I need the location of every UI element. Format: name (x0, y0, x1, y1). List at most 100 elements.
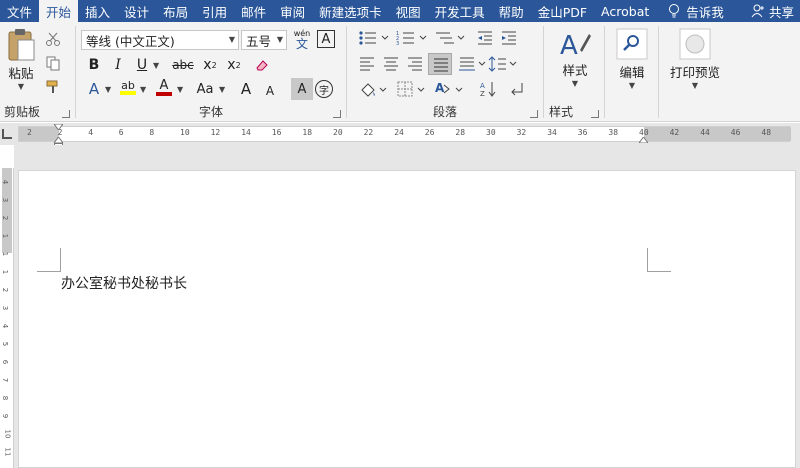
align-left-icon[interactable] (358, 56, 376, 72)
vertical-ruler-tick: 8 (1, 395, 10, 401)
tab-9[interactable]: 视图 (389, 0, 428, 22)
change-case-button[interactable]: Aa (191, 78, 219, 100)
search-icon (616, 28, 648, 60)
first-line-indent-icon[interactable] (54, 124, 63, 130)
editing-dropdown-icon[interactable]: ▼ (629, 81, 635, 90)
bold-button[interactable]: B (83, 54, 105, 76)
vertical-ruler[interactable]: 4 3 2 1 1 1 2 3 4 5 6 7 8 9 10 11 (0, 168, 14, 468)
document-page[interactable]: 办公室秘书处秘书长 (18, 170, 796, 468)
svg-text:Z: Z (480, 90, 485, 98)
tab-1[interactable]: 开始 (39, 0, 79, 22)
subscript-label: x (203, 57, 212, 73)
ruler-tick: 42 (669, 128, 680, 137)
paragraph-launcher-icon[interactable] (530, 110, 538, 118)
vertical-ruler-tick: 5 (1, 341, 10, 347)
sort-icon[interactable]: AZ (480, 80, 498, 98)
tab-10[interactable]: 开发工具 (428, 0, 492, 22)
bullets-icon[interactable] (358, 30, 392, 46)
vertical-ruler-tick: 1 (1, 269, 10, 275)
font-size-combo[interactable]: 五号 ▼ (241, 30, 287, 50)
font-color-dropdown-icon[interactable]: ▼ (177, 85, 183, 94)
increase-indent-icon[interactable] (500, 30, 518, 46)
subscript-button[interactable]: x2 (199, 54, 221, 76)
font-color-button[interactable]: A (153, 76, 175, 98)
superscript-button[interactable]: x2 (223, 54, 245, 76)
paragraph-group-label: 段落 (432, 105, 457, 119)
horizontal-ruler[interactable]: 2 2 4 6 8 10 12 14 16 18 20 22 24 26 28 30 32 34 36 38 40 42 4… (18, 126, 791, 142)
superscript-mark: 2 (235, 60, 241, 70)
phonetic-guide-button[interactable]: wén 文 (291, 26, 313, 54)
change-case-dropdown-icon[interactable]: ▼ (219, 85, 225, 94)
show-marks-icon[interactable] (508, 80, 526, 98)
horizontal-ruler-bar: 2 2 4 6 8 10 12 14 16 18 20 22 24 26 28 30 32 34 36 38 40 42 4… (0, 123, 800, 145)
tab-7[interactable]: 审阅 (273, 0, 312, 22)
crop-mark-top-left (37, 248, 61, 272)
clipboard-icon (8, 29, 35, 61)
format-painter-button[interactable] (42, 76, 64, 98)
shrink-font-button[interactable]: A (259, 80, 281, 102)
tell-me-search[interactable]: 告诉我 (656, 0, 724, 22)
align-center-icon[interactable] (382, 56, 400, 72)
styles-button[interactable]: A 样式 ▼ (553, 28, 597, 88)
chinese-layout-icon[interactable]: A (434, 80, 464, 98)
clipboard-launcher-icon[interactable] (62, 110, 70, 118)
underline-button[interactable]: U (131, 54, 153, 76)
distributed-icon[interactable] (458, 56, 488, 72)
grow-font-label: A (240, 80, 252, 98)
clear-formatting-button[interactable] (251, 54, 273, 76)
svg-text:A: A (435, 81, 445, 95)
share-button[interactable]: 共享 (751, 0, 794, 22)
document-area: 办公室秘书处秘书长 (14, 145, 800, 468)
borders-icon[interactable] (396, 80, 426, 98)
editing-button[interactable]: 编辑 ▼ (610, 28, 654, 90)
enclose-characters-button[interactable]: 字 (315, 80, 333, 98)
copy-button[interactable] (42, 52, 64, 74)
paste-button[interactable]: 粘贴 ▼ (4, 28, 38, 91)
tab-2[interactable]: 插入 (78, 0, 117, 22)
tab-4[interactable]: 布局 (156, 0, 195, 22)
font-size-dropdown-icon[interactable]: ▼ (277, 35, 283, 44)
multilevel-list-icon[interactable] (434, 30, 468, 46)
print-preview-dropdown-icon[interactable]: ▼ (692, 81, 698, 90)
font-launcher-icon[interactable] (333, 110, 341, 118)
decrease-indent-icon[interactable] (476, 30, 494, 46)
highlight-button[interactable]: ab (117, 76, 139, 98)
italic-button[interactable]: I (107, 54, 129, 76)
tab-11[interactable]: 帮助 (492, 0, 531, 22)
font-name-combo[interactable]: 等线 (中文正文) ▼ (81, 30, 239, 50)
cut-button[interactable] (42, 28, 64, 50)
line-spacing-icon[interactable] (488, 56, 518, 72)
styles-dropdown-icon[interactable]: ▼ (572, 79, 578, 88)
tab-13[interactable]: Acrobat (594, 0, 656, 22)
shrink-font-label: A (265, 84, 275, 98)
paste-dropdown-icon[interactable]: ▼ (18, 82, 24, 91)
tab-8[interactable]: 新建选项卡 (312, 0, 389, 22)
styles-launcher-icon[interactable] (591, 110, 599, 118)
text-effects-button[interactable]: A (83, 78, 105, 100)
text-effects-dropdown-icon[interactable]: ▼ (105, 85, 111, 94)
character-shading-button[interactable]: A (291, 78, 313, 100)
highlight-dropdown-icon[interactable]: ▼ (140, 85, 146, 94)
grow-font-button[interactable]: A (235, 78, 257, 100)
numbering-icon[interactable]: 123 (396, 30, 430, 46)
tab-3[interactable]: 设计 (117, 0, 156, 22)
vertical-ruler-tick: 7 (1, 377, 10, 383)
character-border-button[interactable]: A (317, 30, 335, 48)
tab-5[interactable]: 引用 (195, 0, 234, 22)
tab-12[interactable]: 金山PDF (531, 0, 594, 22)
print-preview-button[interactable]: 打印预览 ▼ (664, 28, 726, 90)
tab-6[interactable]: 邮件 (234, 0, 273, 22)
vertical-ruler-tick: 10 (3, 429, 12, 439)
strikethrough-button[interactable]: abc (169, 54, 197, 76)
shading-icon[interactable] (358, 80, 388, 98)
ribbon-tab-bar: 文件 开始 插入 设计 布局 引用 邮件 审阅 新建选项卡 视图 开发工具 帮助 金山PDF Acroba… (0, 0, 800, 22)
document-text[interactable]: 办公室秘书处秘书长 (61, 273, 187, 293)
tab-selector-icon[interactable] (2, 129, 12, 139)
justify-button[interactable] (428, 53, 452, 75)
tab-0[interactable]: 文件 (0, 0, 39, 22)
vertical-ruler-tick: 3 (1, 197, 10, 203)
align-right-icon[interactable] (406, 56, 424, 72)
font-name-dropdown-icon[interactable]: ▼ (229, 35, 235, 44)
underline-dropdown-icon[interactable]: ▼ (153, 61, 159, 70)
right-indent-icon[interactable] (639, 137, 648, 143)
